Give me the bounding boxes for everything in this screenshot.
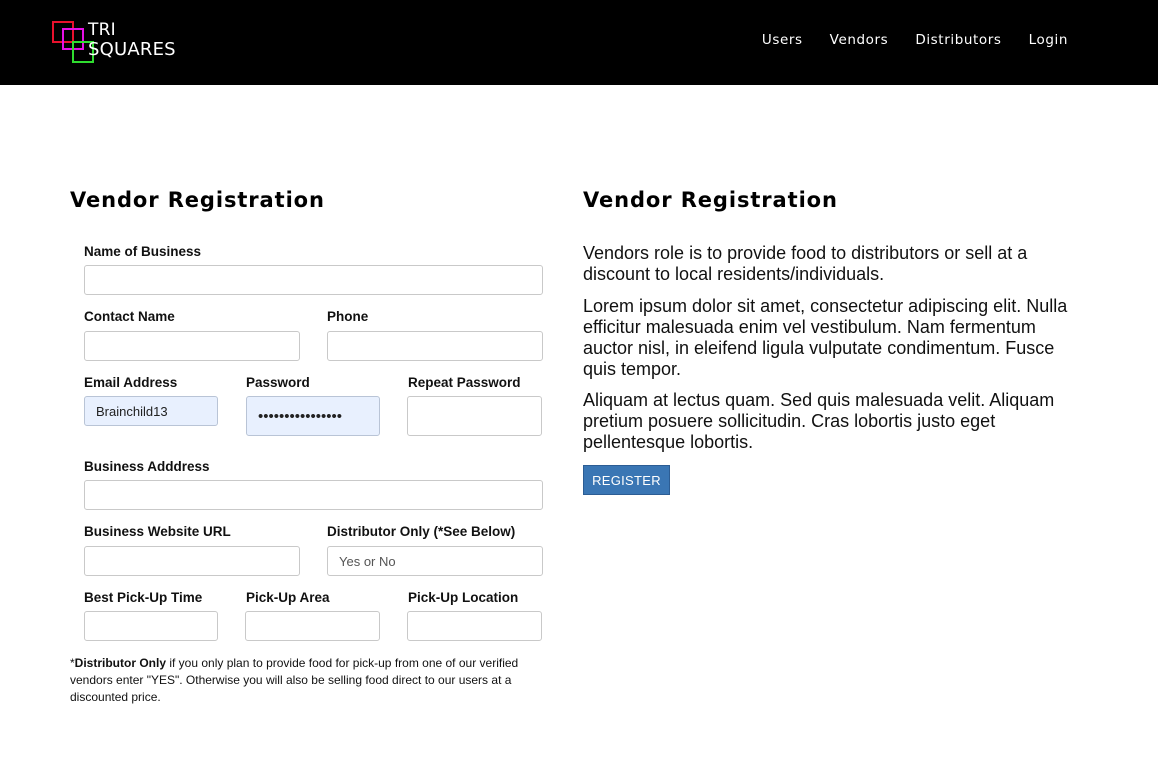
info-paragraph-2: Lorem ipsum dolor sit amet, consectetur … [583, 296, 1068, 379]
business-name-label: Name of Business [84, 244, 202, 259]
pickup-time-label: Best Pick-Up Time [84, 590, 203, 605]
nav-link-vendors[interactable]: Vendors [830, 30, 889, 50]
info-title: Vendor Registration [583, 188, 838, 212]
contact-name-input[interactable] [84, 331, 300, 361]
email-label: Email Address [84, 375, 178, 390]
website-input[interactable] [84, 546, 300, 576]
register-button[interactable]: REGISTER [583, 465, 670, 495]
repeat-password-input[interactable] [407, 396, 542, 436]
password-label: Password [246, 375, 310, 390]
pickup-location-input[interactable] [407, 611, 542, 641]
pickup-time-input[interactable] [84, 611, 218, 641]
contact-name-label: Contact Name [84, 309, 175, 324]
main-nav: Users Vendors Distributors Login [735, 30, 1068, 50]
distributor-input[interactable] [327, 546, 543, 576]
info-paragraph-3: Aliquam at lectus quam. Sed quis malesua… [583, 390, 1055, 452]
business-address-input[interactable] [84, 480, 543, 510]
nav-link-login[interactable]: Login [1029, 30, 1068, 50]
phone-input[interactable] [327, 331, 543, 361]
logo-text: TRI SQUARES [88, 20, 176, 60]
repeat-password-label: Repeat Password [408, 375, 521, 390]
top-navbar: TRI SQUARES Users Vendors Distributors L… [0, 0, 1158, 85]
info-paragraph-1: Vendors role is to provide food to distr… [583, 243, 1028, 284]
website-label: Business Website URL [84, 524, 231, 539]
logo-line-1: TRI [88, 20, 116, 40]
distributor-note: *Distributor Only if you only plan to pr… [70, 655, 548, 706]
nav-link-distributors[interactable]: Distributors [915, 30, 1001, 50]
phone-label: Phone [327, 309, 369, 324]
pickup-area-input[interactable] [245, 611, 380, 641]
password-input[interactable] [246, 396, 380, 436]
nav-link-users[interactable]: Users [762, 30, 803, 50]
distributor-label: Distributor Only (*See Below) [327, 524, 516, 539]
note-bold: Distributor Only [74, 656, 167, 670]
pickup-area-label: Pick-Up Area [246, 590, 330, 605]
business-address-label: Business Adddress [84, 459, 210, 474]
pickup-location-label: Pick-Up Location [408, 590, 519, 605]
logo-line-2: SQUARES [88, 39, 176, 60]
tri-squares-logo[interactable]: TRI SQUARES [51, 20, 191, 65]
form-title: Vendor Registration [70, 188, 325, 212]
email-input[interactable] [84, 396, 218, 426]
business-name-input[interactable] [84, 265, 543, 295]
